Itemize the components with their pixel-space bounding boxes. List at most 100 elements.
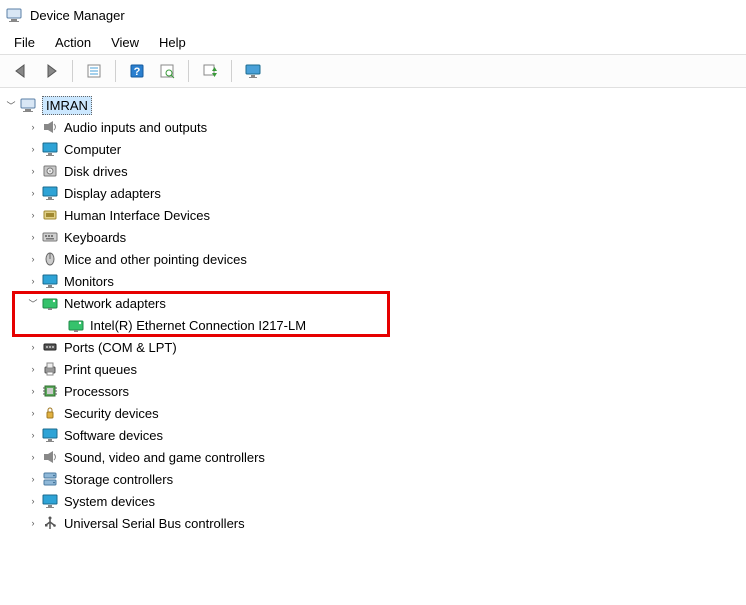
network-icon bbox=[42, 295, 58, 311]
monitor-icon bbox=[42, 273, 58, 289]
tree-item-system-devices[interactable]: › System devices bbox=[0, 490, 746, 512]
expand-icon[interactable]: › bbox=[26, 494, 40, 508]
tree-item-security-devices[interactable]: › Security devices bbox=[0, 402, 746, 424]
tree-item-monitors[interactable]: › Monitors bbox=[0, 270, 746, 292]
root-label[interactable]: IMRAN bbox=[42, 96, 92, 115]
tree-item-audio-inputs-and-outputs[interactable]: › Audio inputs and outputs bbox=[0, 116, 746, 138]
expand-icon[interactable]: › bbox=[26, 164, 40, 178]
network-icon bbox=[68, 317, 84, 333]
expand-icon[interactable]: › bbox=[26, 120, 40, 134]
tree-item-intel-r-ethernet-connection-i217-lm[interactable]: Intel(R) Ethernet Connection I217-LM bbox=[0, 314, 746, 336]
mouse-icon bbox=[42, 251, 58, 267]
expand-icon[interactable]: › bbox=[26, 428, 40, 442]
collapse-icon[interactable]: ﹀ bbox=[4, 98, 18, 112]
tree-item-print-queues[interactable]: › Print queues bbox=[0, 358, 746, 380]
tree-item-computer[interactable]: › Computer bbox=[0, 138, 746, 160]
expand-icon[interactable]: › bbox=[26, 274, 40, 288]
tree-item-network-adapters[interactable]: ﹀ Network adapters bbox=[0, 292, 746, 314]
storage-icon bbox=[42, 471, 58, 487]
show-hidden-button[interactable] bbox=[239, 58, 267, 84]
security-icon bbox=[42, 405, 58, 421]
expand-icon[interactable]: › bbox=[26, 406, 40, 420]
keyboard-icon bbox=[42, 229, 58, 245]
cpu-icon bbox=[42, 383, 58, 399]
speaker-icon bbox=[42, 119, 58, 135]
printer-icon bbox=[42, 361, 58, 377]
tree-item-software-devices[interactable]: › Software devices bbox=[0, 424, 746, 446]
computer-icon bbox=[20, 97, 36, 113]
expand-icon[interactable]: › bbox=[26, 384, 40, 398]
device-tree[interactable]: ﹀ IMRAN › Audio inputs and outputs › Comput… bbox=[0, 88, 746, 540]
expand-icon[interactable]: › bbox=[26, 450, 40, 464]
tree-item-label[interactable]: Mice and other pointing devices bbox=[64, 252, 247, 267]
expand-icon[interactable]: › bbox=[26, 340, 40, 354]
tree-item-label[interactable]: Display adapters bbox=[64, 186, 161, 201]
port-icon bbox=[42, 339, 58, 355]
toolbar-separator bbox=[115, 60, 116, 82]
tree-root-row[interactable]: ﹀ IMRAN bbox=[0, 94, 746, 116]
scan-button[interactable] bbox=[153, 58, 181, 84]
tree-item-processors[interactable]: › Processors bbox=[0, 380, 746, 402]
menu-file[interactable]: File bbox=[4, 33, 45, 52]
expand-icon[interactable]: › bbox=[26, 208, 40, 222]
tree-item-human-interface-devices[interactable]: › Human Interface Devices bbox=[0, 204, 746, 226]
forward-arrow-icon bbox=[43, 63, 59, 79]
toolbar bbox=[0, 54, 746, 88]
menu-help[interactable]: Help bbox=[149, 33, 196, 52]
tree-item-sound-video-and-game-controllers[interactable]: › Sound, video and game controllers bbox=[0, 446, 746, 468]
tree-item-label[interactable]: System devices bbox=[64, 494, 155, 509]
menu-action[interactable]: Action bbox=[45, 33, 101, 52]
tree-item-label[interactable]: Network adapters bbox=[64, 296, 166, 311]
expand-icon[interactable]: › bbox=[26, 362, 40, 376]
tree-item-label[interactable]: Processors bbox=[64, 384, 129, 399]
tree-item-disk-drives[interactable]: › Disk drives bbox=[0, 160, 746, 182]
tree-item-label[interactable]: Disk drives bbox=[64, 164, 128, 179]
window-title: Device Manager bbox=[30, 8, 125, 23]
menubar: File Action View Help bbox=[0, 30, 746, 54]
titlebar: Device Manager bbox=[0, 0, 746, 30]
expand-icon[interactable]: › bbox=[26, 230, 40, 244]
hid-icon bbox=[42, 207, 58, 223]
tree-item-keyboards[interactable]: › Keyboards bbox=[0, 226, 746, 248]
toolbar-separator bbox=[231, 60, 232, 82]
tree-item-label[interactable]: Security devices bbox=[64, 406, 159, 421]
help-button[interactable] bbox=[123, 58, 151, 84]
tree-item-label[interactable]: Software devices bbox=[64, 428, 163, 443]
forward-button[interactable] bbox=[37, 58, 65, 84]
properties-button[interactable] bbox=[80, 58, 108, 84]
tree-item-storage-controllers[interactable]: › Storage controllers bbox=[0, 468, 746, 490]
monitor-icon bbox=[245, 63, 261, 79]
tree-item-label[interactable]: Computer bbox=[64, 142, 121, 157]
expand-icon[interactable]: › bbox=[26, 186, 40, 200]
tree-item-label[interactable]: Universal Serial Bus controllers bbox=[64, 516, 245, 531]
tree-item-label[interactable]: Storage controllers bbox=[64, 472, 173, 487]
tree-item-label[interactable]: Audio inputs and outputs bbox=[64, 120, 207, 135]
expand-icon[interactable]: › bbox=[26, 142, 40, 156]
tree-item-label[interactable]: Print queues bbox=[64, 362, 137, 377]
tree-item-mice-and-other-pointing-devices[interactable]: › Mice and other pointing devices bbox=[0, 248, 746, 270]
tree-item-label[interactable]: Ports (COM & LPT) bbox=[64, 340, 177, 355]
update-driver-icon bbox=[202, 63, 218, 79]
back-button[interactable] bbox=[7, 58, 35, 84]
update-driver-button[interactable] bbox=[196, 58, 224, 84]
expand-icon[interactable]: › bbox=[26, 252, 40, 266]
expand-icon[interactable]: › bbox=[26, 516, 40, 530]
expand-icon[interactable]: › bbox=[26, 472, 40, 486]
tree-item-display-adapters[interactable]: › Display adapters bbox=[0, 182, 746, 204]
menu-view[interactable]: View bbox=[101, 33, 149, 52]
tree-item-label[interactable]: Human Interface Devices bbox=[64, 208, 210, 223]
tree-item-label[interactable]: Keyboards bbox=[64, 230, 126, 245]
app-icon bbox=[6, 7, 22, 23]
tree-item-universal-serial-bus-controllers[interactable]: › Universal Serial Bus controllers bbox=[0, 512, 746, 534]
tree-item-label[interactable]: Intel(R) Ethernet Connection I217-LM bbox=[90, 318, 306, 333]
highlight-group: ﹀ Network adapters Intel(R) Ethernet Conne… bbox=[0, 292, 746, 336]
collapse-icon[interactable]: ﹀ bbox=[26, 296, 40, 310]
monitor-icon bbox=[42, 185, 58, 201]
tree-item-label[interactable]: Monitors bbox=[64, 274, 114, 289]
tree-item-label[interactable]: Sound, video and game controllers bbox=[64, 450, 265, 465]
monitor-icon bbox=[42, 493, 58, 509]
tree-item-ports-com-lpt[interactable]: › Ports (COM & LPT) bbox=[0, 336, 746, 358]
scan-icon bbox=[159, 63, 175, 79]
toolbar-separator bbox=[188, 60, 189, 82]
back-arrow-icon bbox=[13, 63, 29, 79]
